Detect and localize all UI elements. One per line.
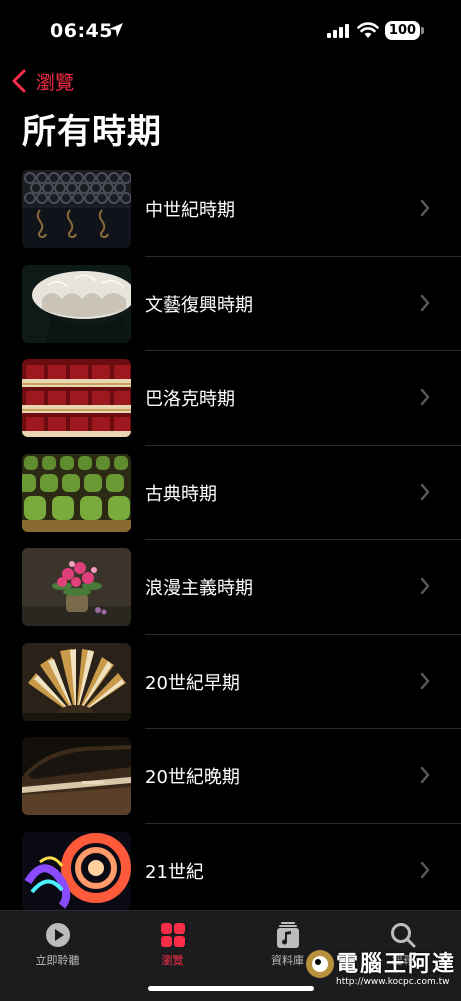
chevron-right-icon bbox=[420, 294, 430, 311]
chevron-right-icon bbox=[420, 199, 430, 217]
list-item-classical[interactable]: 古典時期 bbox=[0, 446, 461, 540]
back-label: 瀏覽 bbox=[36, 71, 75, 94]
lace-collar-thumbnail bbox=[22, 264, 131, 343]
list-item-baroque[interactable]: 巴洛克時期 bbox=[0, 351, 461, 446]
period-list: 中世紀時期 文藝復興時期 巴洛克時期 古典時期 浪漫主義時期 20世紀早期 20… bbox=[0, 162, 461, 918]
tab-listen-now[interactable]: 立即聆聽 bbox=[0, 917, 115, 977]
vintage-car-thumbnail bbox=[22, 737, 131, 815]
cellular-signal-icon bbox=[327, 24, 349, 38]
list-item-label: 文藝復興時期 bbox=[145, 294, 253, 316]
list-item-label: 巴洛克時期 bbox=[145, 389, 235, 410]
chevron-right-icon bbox=[420, 577, 430, 595]
page-title: 所有時期 bbox=[22, 112, 162, 152]
battery-tip bbox=[421, 27, 424, 34]
watermark-url: http://www.kocpc.com.tw bbox=[336, 977, 450, 987]
list-item-late-20th[interactable]: 20世紀晚期 bbox=[0, 729, 461, 824]
list-item-romantic[interactable]: 浪漫主義時期 bbox=[0, 540, 461, 635]
home-indicator[interactable] bbox=[148, 986, 314, 991]
tab-label: 瀏覽 bbox=[161, 954, 184, 967]
neon-swirl-thumbnail bbox=[22, 831, 131, 910]
chainmail-thumbnail bbox=[22, 170, 131, 248]
battery-indicator: 100 bbox=[385, 21, 420, 40]
back-button[interactable]: 瀏覽 bbox=[12, 66, 74, 96]
tab-browse[interactable]: 瀏覽 bbox=[115, 917, 230, 977]
list-item-label: 20世紀早期 bbox=[145, 672, 240, 694]
list-item-21st[interactable]: 21世紀 bbox=[0, 824, 461, 919]
chevron-right-icon bbox=[420, 388, 430, 406]
theater-seats-thumbnail bbox=[22, 453, 131, 532]
wifi-icon bbox=[357, 22, 379, 38]
flower-bouquet-thumbnail bbox=[22, 548, 131, 626]
chevron-right-icon bbox=[420, 766, 430, 784]
list-item-label: 古典時期 bbox=[145, 483, 217, 505]
play-circle-icon bbox=[45, 923, 70, 947]
list-item-renaissance[interactable]: 文藝復興時期 bbox=[0, 257, 461, 351]
music-library-icon bbox=[276, 922, 299, 948]
chevron-right-icon bbox=[420, 861, 430, 878]
chevron-left-icon bbox=[12, 69, 26, 93]
status-bar: 06:45 100 bbox=[0, 0, 461, 62]
location-arrow-icon bbox=[109, 23, 123, 37]
chevron-right-icon bbox=[420, 672, 430, 689]
list-item-label: 20世紀晚期 bbox=[145, 767, 240, 788]
list-item-label: 21世紀 bbox=[145, 861, 204, 883]
opera-house-thumbnail bbox=[22, 359, 131, 437]
watermark-text: 電腦王阿達 bbox=[336, 952, 457, 977]
list-item-early-20th[interactable]: 20世紀早期 bbox=[0, 635, 461, 729]
tab-label: 立即聆聽 bbox=[35, 954, 80, 967]
list-item-label: 中世紀時期 bbox=[145, 200, 235, 221]
art-deco-fan-thumbnail bbox=[22, 642, 131, 721]
grid-icon bbox=[160, 923, 185, 947]
list-item-medieval[interactable]: 中世紀時期 bbox=[0, 162, 461, 257]
chevron-right-icon bbox=[420, 483, 430, 500]
list-item-label: 浪漫主義時期 bbox=[145, 578, 253, 599]
status-time: 06:45 bbox=[50, 20, 113, 42]
